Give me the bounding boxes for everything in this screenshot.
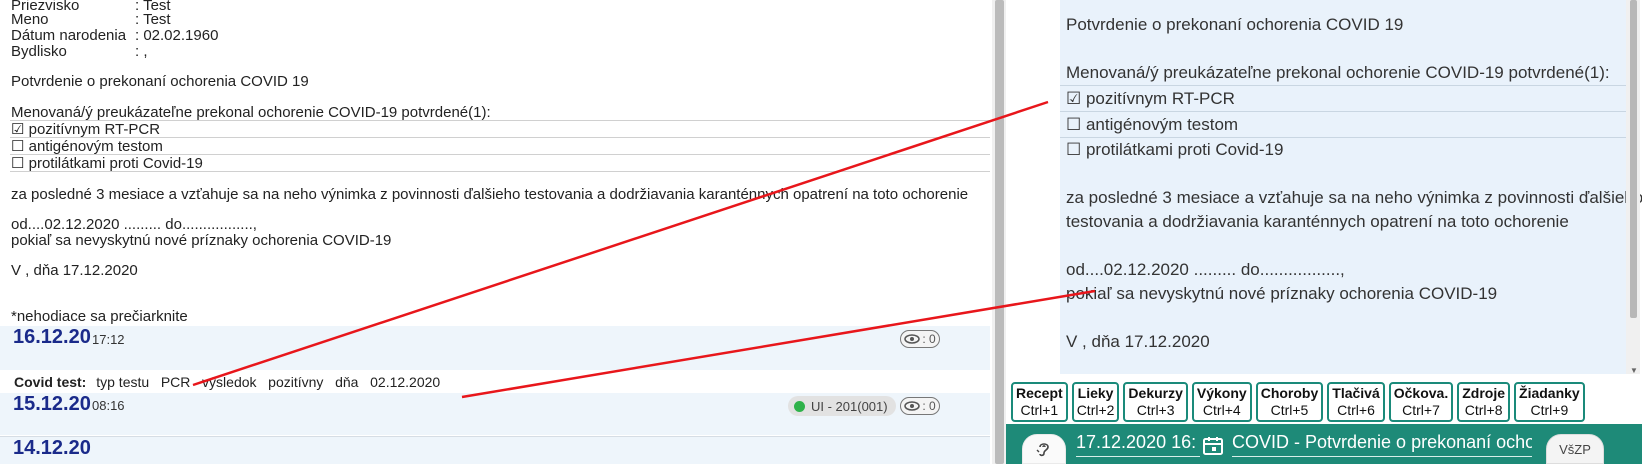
shortcut-key: Ctrl+6 <box>1337 402 1375 418</box>
period-condition: pokiaľ sa nevyskytnú nové príznaky ochor… <box>11 232 392 249</box>
shortcut-label: Choroby <box>1260 385 1319 401</box>
insurer-button[interactable]: VšZP <box>1546 434 1604 464</box>
shortcut-label: Dekurzy <box>1128 385 1183 401</box>
shortcut-toolbar: Recept Ctrl+1 Lieky Ctrl+2 Dekurzy Ctrl+3 V… <box>1011 382 1585 422</box>
patient-value: : Test <box>135 11 171 28</box>
shortcut-key: Ctrl+5 <box>1270 402 1309 418</box>
document-title: Potvrdenie o prekonaní ochorenia COVID 1… <box>11 73 309 90</box>
document-intro: Menovaná/ý preukázateľne prekonal ochore… <box>11 104 491 121</box>
shortcut-label: Žiadanky <box>1519 385 1580 401</box>
document-view: Priezvisko : Test Meno : Test Dátum naro… <box>0 0 992 464</box>
option-rt-pcr: ☑ pozitívnym RT-PCR <box>11 121 161 138</box>
footnote: *nehodiace sa prečiarknite <box>11 308 188 325</box>
patient-value: : , <box>135 43 148 60</box>
shortcut-label: Očkova. <box>1393 385 1449 401</box>
views-badge[interactable]: : 0 <box>900 397 940 415</box>
shortcut-ziadanky[interactable]: Žiadanky Ctrl+9 <box>1514 382 1585 422</box>
shortcut-label: Výkony <box>1196 385 1247 401</box>
divider <box>1060 60 1632 86</box>
divider <box>10 171 990 172</box>
shortcut-label: Zdroje <box>1462 385 1506 401</box>
divider <box>1060 86 1632 112</box>
shortcut-choroby[interactable]: Choroby Ctrl+5 <box>1255 382 1324 422</box>
entry-header[interactable]: 14.12.20 <box>0 436 990 464</box>
preview-place-date: V , dňa 17.12.2020 <box>1066 332 1210 351</box>
datetime-underline <box>1076 456 1200 457</box>
ear-icon <box>1036 443 1049 457</box>
patient-value: : 02.02.1960 <box>135 27 219 44</box>
shortcut-key: Ctrl+8 <box>1464 402 1503 418</box>
shortcut-vykony[interactable]: Výkony Ctrl+4 <box>1191 382 1252 422</box>
shortcut-recept[interactable]: Recept Ctrl+1 <box>1011 382 1068 422</box>
patient-key: Meno <box>11 11 49 28</box>
place-date: V , dňa 17.12.2020 <box>11 262 138 279</box>
preview-period-condition: pokiaľ sa nevyskytnú nové príznaky ochor… <box>1066 284 1498 303</box>
covid-test-label: Covid test: <box>14 374 87 390</box>
views-count: : 0 <box>922 399 936 413</box>
eye-icon <box>904 401 921 411</box>
covid-test-row: Covid test: typ testu PCR výsledok pozit… <box>14 374 440 391</box>
patient-key: Bydlisko <box>11 43 67 60</box>
preview-scrollbar-thumb[interactable] <box>1630 0 1637 318</box>
ul-label: UI - 201(001) <box>811 398 888 414</box>
shortcut-label: Tlačivá <box>1332 385 1380 401</box>
preview-period: od....02.12.2020 ......... do...........… <box>1066 260 1345 279</box>
shortcut-lieky[interactable]: Lieky Ctrl+2 <box>1071 382 1120 422</box>
preview-option-antibodies: ☐ protilátkami proti Covid-19 <box>1066 140 1284 159</box>
shortcut-key: Ctrl+7 <box>1402 402 1440 418</box>
shortcut-key: Ctrl+1 <box>1020 402 1059 418</box>
shortcut-label: Recept <box>1016 385 1063 401</box>
calendar-icon[interactable] <box>1202 436 1224 456</box>
preview-exemption-line2: testovania a dodržiavania karanténnych o… <box>1066 212 1569 231</box>
document-title-field[interactable]: COVID - Potvrdenie o prekonaní ocho <box>1232 432 1532 453</box>
entry-header[interactable]: 16.12.20 17:12 : 0 <box>0 326 990 370</box>
entry-date: 16.12.20 <box>13 326 91 348</box>
ear-button[interactable] <box>1022 434 1066 464</box>
shortcut-key: Ctrl+2 <box>1076 402 1115 418</box>
entry-header[interactable]: 15.12.20 08:16 UI - 201(001) : 0 <box>0 393 990 435</box>
entry-time: 17:12 <box>92 332 125 347</box>
shortcut-key: Ctrl+4 <box>1202 402 1241 418</box>
option-antigen: ☐ antigénovým testom <box>11 138 163 155</box>
views-badge[interactable]: : 0 <box>900 330 940 348</box>
left-scrollbar-thumb[interactable] <box>995 0 1004 464</box>
views-count: : 0 <box>922 332 936 346</box>
divider <box>1060 112 1632 138</box>
shortcut-dekurzy[interactable]: Dekurzy Ctrl+3 <box>1123 382 1188 422</box>
document-preview: Potvrdenie o prekonaní ochorenia COVID 1… <box>1060 0 1642 374</box>
ul-badge[interactable]: UI - 201(001) <box>788 396 896 416</box>
preview-title: Potvrdenie o prekonaní ochorenia COVID 1… <box>1066 15 1404 34</box>
covid-test-detail: typ testu PCR výsledok pozitívny dňa 02.… <box>96 374 441 390</box>
preview-exemption-line1: za posledné 3 mesiace a vzťahuje sa na n… <box>1066 188 1642 207</box>
patient-key: Dátum narodenia <box>11 27 127 44</box>
status-dot-icon <box>794 400 805 412</box>
shortcut-label: Lieky <box>1077 385 1114 401</box>
scroll-down-arrow-icon[interactable]: ▼ <box>1630 366 1638 375</box>
shortcut-zdroje[interactable]: Zdroje Ctrl+8 <box>1457 382 1511 422</box>
bottom-bar: 17.12.2020 16: COVID - Potvrdenie o prek… <box>1006 424 1642 464</box>
entry-time: 08:16 <box>92 398 125 413</box>
shortcut-ockovanie[interactable]: Očkova. Ctrl+7 <box>1388 382 1454 422</box>
option-antibodies: ☐ protilátkami proti Covid-19 <box>11 155 203 172</box>
period-text: od....02.12.2020 ......... do...........… <box>11 216 257 233</box>
title-underline <box>1232 456 1532 457</box>
entry-date: 14.12.20 <box>13 437 91 459</box>
entry-date: 15.12.20 <box>13 393 91 415</box>
exemption-text: za posledné 3 mesiace a vzťahuje sa na n… <box>11 186 969 203</box>
shortcut-key: Ctrl+9 <box>1530 402 1569 418</box>
shortcut-tlaciva[interactable]: Tlačivá Ctrl+6 <box>1327 382 1385 422</box>
shortcut-key: Ctrl+3 <box>1136 402 1175 418</box>
eye-icon <box>904 334 921 344</box>
datetime-field[interactable]: 17.12.2020 16: <box>1076 432 1196 453</box>
